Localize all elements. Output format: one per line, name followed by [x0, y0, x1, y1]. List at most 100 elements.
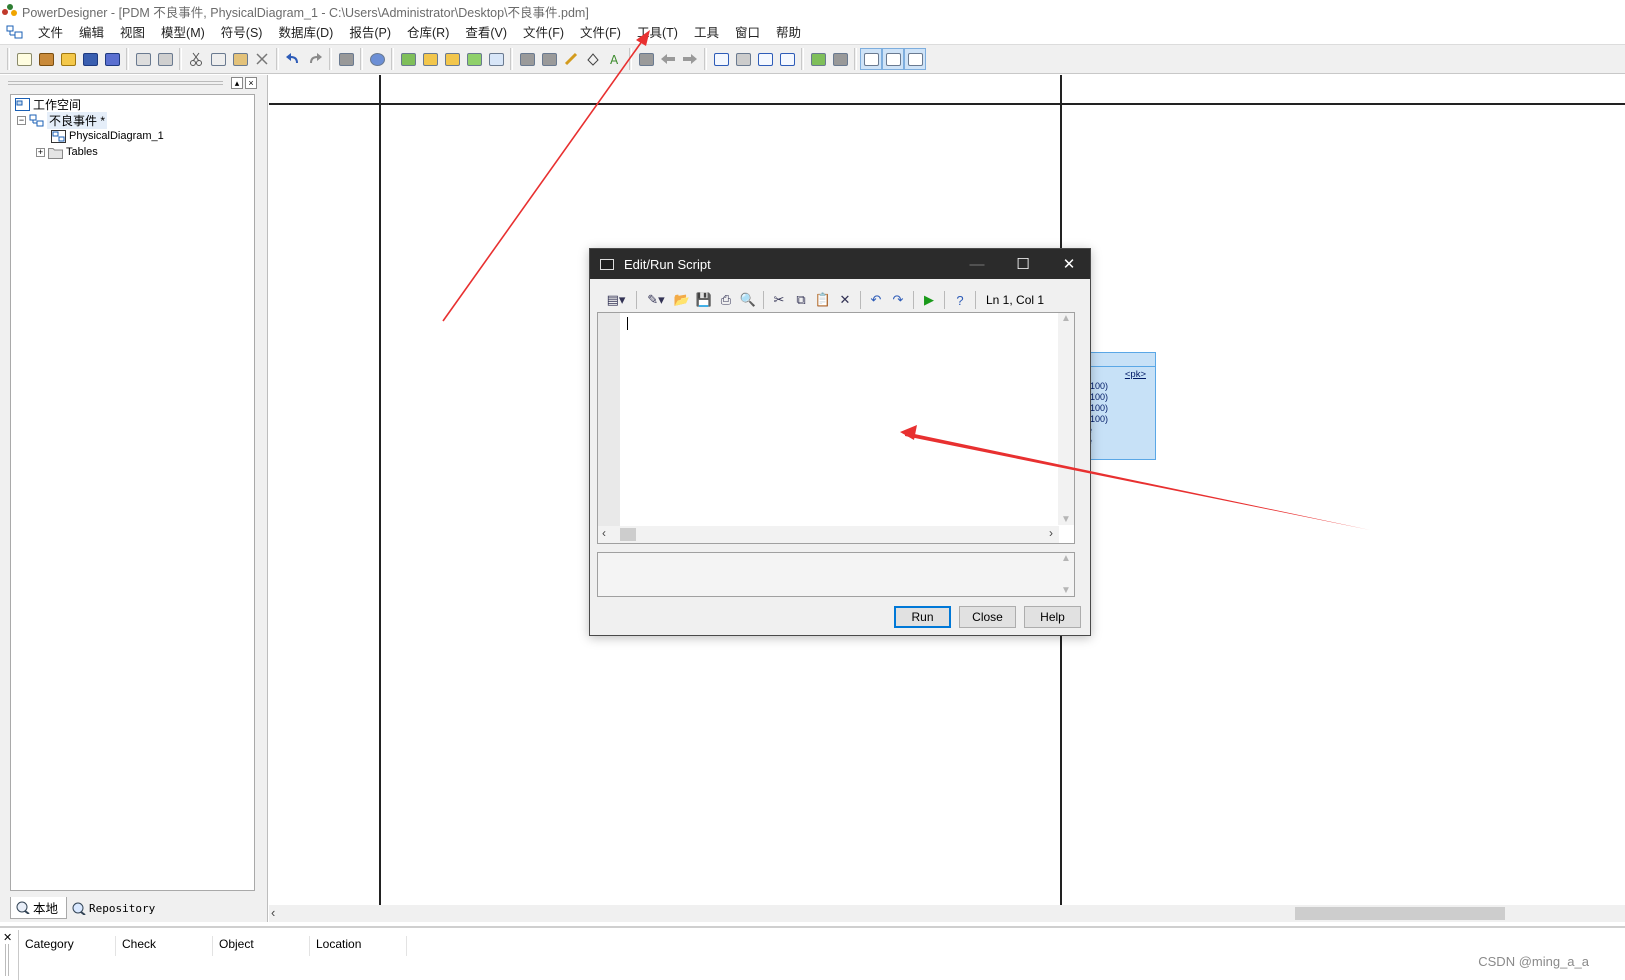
zoom-icon[interactable]: [829, 48, 851, 70]
view-2-icon[interactable]: [882, 48, 904, 70]
paste-icon[interactable]: 📋: [812, 289, 834, 311]
scroll-up-icon[interactable]: ▲: [1058, 313, 1074, 324]
close-icon[interactable]: ✕: [1046, 249, 1092, 279]
expand-icon[interactable]: +: [36, 147, 45, 157]
menu-file[interactable]: 文件: [30, 23, 71, 43]
merge-icon[interactable]: [463, 48, 485, 70]
run-button[interactable]: Run: [894, 606, 951, 628]
open-icon[interactable]: [57, 48, 79, 70]
menu-database[interactable]: 数据库(D): [270, 23, 341, 43]
pen-icon[interactable]: [560, 48, 582, 70]
check-model-icon[interactable]: [366, 48, 388, 70]
forward-icon[interactable]: [679, 48, 701, 70]
menu-symbol[interactable]: 符号(S): [213, 23, 271, 43]
view-1-icon[interactable]: [860, 48, 882, 70]
toolbar-grip[interactable]: [7, 48, 10, 70]
editor-vertical-scrollbar[interactable]: ▲ ▼: [1058, 313, 1074, 525]
minimize-icon[interactable]: —: [954, 249, 1000, 279]
scroll-left-icon[interactable]: ‹: [271, 905, 275, 920]
delete-icon[interactable]: ✕: [834, 289, 856, 311]
impact-icon[interactable]: [485, 48, 507, 70]
fill-icon[interactable]: [582, 48, 604, 70]
menu-report[interactable]: 报告(P): [341, 23, 399, 43]
panel-grip[interactable]: [8, 81, 223, 85]
copy-icon[interactable]: [207, 48, 229, 70]
print-icon[interactable]: ⎙: [715, 289, 737, 311]
delete-icon[interactable]: [251, 48, 273, 70]
format-icon[interactable]: [538, 48, 560, 70]
close-output-icon[interactable]: ✕: [3, 931, 12, 944]
table-symbol[interactable]: <pk> (100) (100) (100) (100) e e: [1086, 352, 1156, 460]
tab-local[interactable]: 本地: [10, 897, 68, 919]
print-preview-icon[interactable]: [132, 48, 154, 70]
view-3-icon[interactable]: [904, 48, 926, 70]
cut-icon[interactable]: ✂: [768, 289, 790, 311]
scroll-left-icon[interactable]: ‹: [602, 526, 606, 540]
palette-icon[interactable]: [516, 48, 538, 70]
scroll-right-icon[interactable]: ›: [1049, 526, 1053, 540]
script-editor[interactable]: ▲ ▼ ‹ ›: [597, 312, 1075, 544]
maximize-icon[interactable]: ☐: [1000, 249, 1046, 279]
menu-help[interactable]: 帮助: [768, 23, 809, 43]
menu-lookup[interactable]: 查看(V): [457, 23, 515, 43]
generate-icon[interactable]: [419, 48, 441, 70]
menu-tools-t[interactable]: 工具(T): [629, 23, 686, 43]
tree-item-diagram[interactable]: PhysicalDiagram_1: [51, 128, 164, 144]
scroll-up-icon[interactable]: ▲: [1058, 553, 1074, 564]
grid-icon[interactable]: [807, 48, 829, 70]
menu-file-f-2[interactable]: 文件(F): [572, 23, 629, 43]
menu-view[interactable]: 视图: [112, 23, 153, 43]
open-icon[interactable]: 📂: [671, 289, 693, 311]
script-output-pane[interactable]: ▲ ▼: [597, 552, 1075, 597]
save-icon[interactable]: [79, 48, 101, 70]
menu-tools[interactable]: 工具: [686, 23, 727, 43]
align-icon[interactable]: [635, 48, 657, 70]
column-header-location[interactable]: Location: [310, 936, 407, 956]
close-panel-icon[interactable]: ×: [245, 77, 257, 89]
undo-icon[interactable]: [282, 48, 304, 70]
tree-item-model[interactable]: − 不良事件 *: [17, 111, 108, 129]
find-icon[interactable]: 🔍: [737, 289, 759, 311]
save-all-icon[interactable]: [101, 48, 123, 70]
help-button[interactable]: Help: [1024, 606, 1081, 628]
undo-icon[interactable]: ↶: [865, 289, 887, 311]
column-header-category[interactable]: Category: [19, 936, 116, 956]
list-dropdown-icon[interactable]: ▤▾: [600, 289, 632, 311]
save-icon[interactable]: 💾: [693, 289, 715, 311]
close-button[interactable]: Close: [959, 606, 1016, 628]
back-icon[interactable]: [657, 48, 679, 70]
text-icon[interactable]: A: [604, 48, 626, 70]
output-icon[interactable]: [754, 48, 776, 70]
edit-dropdown-icon[interactable]: ✎▾: [641, 289, 671, 311]
output-grip[interactable]: [5, 944, 9, 976]
column-header-check[interactable]: Check: [116, 936, 213, 956]
redo-icon[interactable]: [304, 48, 326, 70]
menu-edit[interactable]: 编辑: [71, 23, 112, 43]
print-icon[interactable]: [154, 48, 176, 70]
tree-item-tables[interactable]: + Tables: [36, 144, 98, 160]
run-icon[interactable]: ▶: [918, 289, 940, 311]
browser-icon[interactable]: [732, 48, 754, 70]
column-header-object[interactable]: Object: [213, 936, 310, 956]
tab-repository[interactable]: Repository: [67, 897, 163, 919]
properties-icon[interactable]: [335, 48, 357, 70]
scrollbar-thumb[interactable]: [620, 528, 636, 541]
diagram-icon[interactable]: [710, 48, 732, 70]
menu-window[interactable]: 窗口: [727, 23, 768, 43]
compare-icon[interactable]: [441, 48, 463, 70]
dock-icon[interactable]: ▴: [231, 77, 243, 89]
new-model-icon[interactable]: [397, 48, 419, 70]
tree-item-workspace[interactable]: 工作空间: [15, 96, 81, 112]
collapse-icon[interactable]: −: [17, 115, 26, 125]
scroll-down-icon[interactable]: ▼: [1058, 514, 1074, 525]
canvas-horizontal-scrollbar[interactable]: ‹: [269, 905, 1625, 922]
result-icon[interactable]: [776, 48, 798, 70]
cut-icon[interactable]: [185, 48, 207, 70]
scroll-down-icon[interactable]: ▼: [1058, 585, 1074, 596]
mdi-window-icon[interactable]: [6, 25, 24, 41]
menu-model[interactable]: 模型(M): [153, 23, 213, 43]
scrollbar-thumb[interactable]: [1295, 907, 1505, 920]
menu-repository[interactable]: 仓库(R): [399, 23, 457, 43]
paste-icon[interactable]: [229, 48, 251, 70]
open-project-icon[interactable]: [35, 48, 57, 70]
